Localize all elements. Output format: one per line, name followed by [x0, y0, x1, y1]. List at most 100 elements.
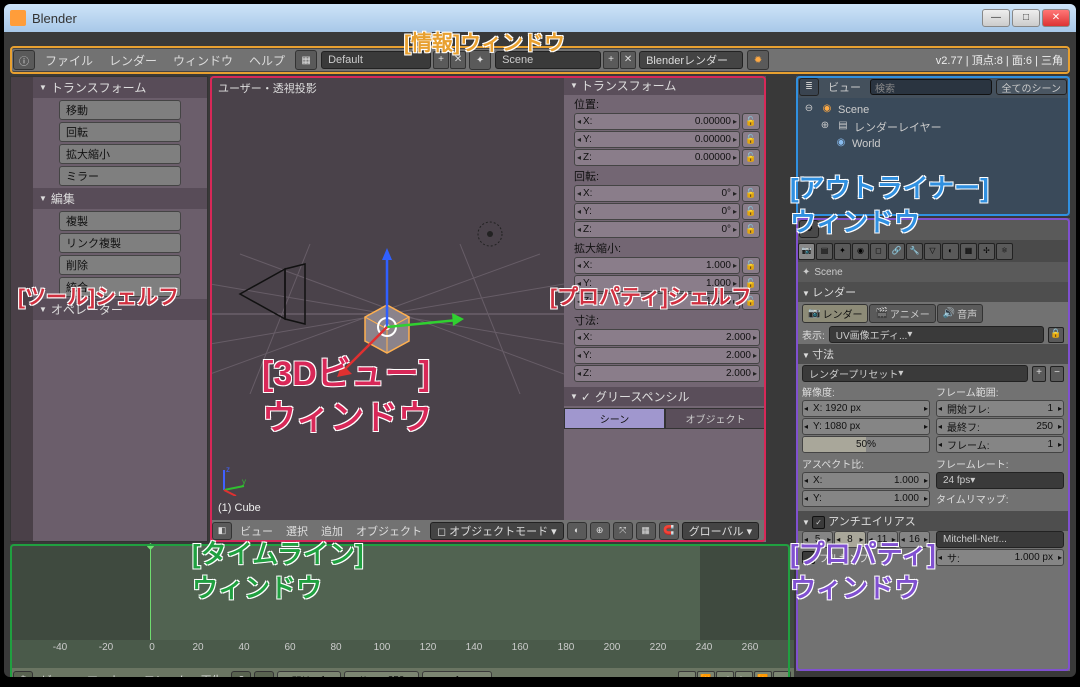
lock-icon[interactable]: 🔒	[1048, 327, 1064, 343]
tab-world-icon[interactable]: ◉	[852, 243, 869, 260]
loc-y-field[interactable]: Y:0.00000	[574, 131, 740, 148]
preset-add-button[interactable]: +	[1032, 366, 1046, 382]
pivot-icon[interactable]: ⊕	[590, 522, 610, 540]
rot-y-field[interactable]: Y:0°	[574, 203, 740, 220]
tab-data-icon[interactable]: ▽	[924, 243, 941, 260]
dim-z-field[interactable]: Z:2.000	[574, 365, 760, 382]
play-reverse-button[interactable]: ◀	[716, 671, 734, 677]
frame-start-field[interactable]: 開始フレ:1	[936, 400, 1064, 417]
manipulator-icon[interactable]: ⤧	[613, 522, 633, 540]
rotate-button[interactable]: 回転	[59, 122, 181, 142]
lock-icon[interactable]: 🔓	[742, 149, 760, 166]
loc-x-field[interactable]: X:0.00000	[574, 113, 740, 130]
tab-texture-icon[interactable]: ▦	[960, 243, 977, 260]
lock-icon[interactable]: 🔓	[742, 113, 760, 130]
tree-scene[interactable]: Scene	[838, 104, 869, 116]
dim-y-field[interactable]: Y:2.000	[574, 347, 760, 364]
frame-end-field[interactable]: 終了:250	[344, 671, 419, 677]
rot-x-field[interactable]: X:0°	[574, 185, 740, 202]
layout-add-button[interactable]: +	[433, 51, 449, 69]
scene-remove-button[interactable]: ✕	[620, 51, 636, 69]
aspect-x-field[interactable]: X:1.000	[802, 472, 930, 489]
step-forward-button[interactable]: ⏩	[754, 671, 772, 677]
gpencil-header[interactable]: ✓グリースペンシル	[564, 387, 766, 406]
menu-marker[interactable]: マーカー	[82, 672, 136, 677]
operator-header[interactable]: オペレーター	[33, 299, 207, 320]
menu-playback[interactable]: 再生	[196, 672, 228, 677]
tab-physics-icon[interactable]: ⚛	[996, 243, 1013, 260]
tab-constraints-icon[interactable]: 🔗	[888, 243, 905, 260]
transform-panel-header[interactable]: トランスフォーム	[564, 76, 766, 95]
aspect-y-field[interactable]: Y:1.000	[802, 490, 930, 507]
scene-add-button[interactable]: +	[603, 51, 619, 69]
preset-remove-button[interactable]: −	[1050, 366, 1064, 382]
orientation-select[interactable]: グローバル ▾	[682, 522, 759, 540]
search-input[interactable]: 検索	[870, 79, 992, 95]
timeline-strip[interactable]	[10, 544, 794, 640]
tab-material-icon[interactable]: ◐	[942, 243, 959, 260]
scene-field[interactable]: Scene	[495, 51, 601, 69]
minimize-button[interactable]: —	[982, 9, 1010, 27]
menu-view[interactable]: ビュー	[823, 79, 866, 95]
autokey-icon[interactable]: ●	[254, 671, 274, 677]
res-x-field[interactable]: X: 1920 px	[802, 400, 930, 417]
res-percent-slider[interactable]: 50%	[802, 436, 930, 453]
menu-render[interactable]: レンダー	[101, 52, 165, 69]
layout-field[interactable]: Default	[321, 51, 431, 69]
transform-header[interactable]: トランスフォーム	[33, 77, 207, 98]
editor-type-icon[interactable]: ⚙	[799, 220, 819, 238]
render-still-button[interactable]: 📷レンダー	[802, 304, 868, 323]
aa-panel-header[interactable]: ✓アンチエイリアス	[796, 511, 1070, 531]
layout-remove-button[interactable]: ✕	[450, 51, 466, 69]
lock-icon[interactable]: 🔓	[742, 221, 760, 238]
aa-16-button[interactable]: 16	[899, 531, 930, 548]
gp-object-tab[interactable]: オブジェクト	[665, 408, 766, 429]
editor-type-icon[interactable]: ⓘ	[13, 50, 35, 70]
tab-modifiers-icon[interactable]: 🔧	[906, 243, 923, 260]
layout-icon[interactable]: ▦	[295, 50, 317, 70]
scale-x-field[interactable]: X:1.000	[574, 257, 740, 274]
dim-x-field[interactable]: X:2.000	[574, 329, 760, 346]
render-engine-select[interactable]: Blenderレンダー	[639, 51, 743, 69]
lock-icon[interactable]: 🔓	[742, 275, 760, 292]
fullsample-checkbox[interactable]	[802, 551, 815, 564]
mirror-button[interactable]: ミラー	[59, 166, 181, 186]
snap-icon[interactable]: 🧲	[659, 522, 679, 540]
translate-button[interactable]: 移動	[59, 100, 181, 120]
frame-current-field[interactable]: 1	[422, 671, 492, 677]
render-panel-header[interactable]: レンダー	[796, 282, 1070, 302]
editor-type-icon[interactable]: ≣	[799, 78, 819, 96]
outliner-tree[interactable]: ⊖◉Scene ⊕▤レンダーレイヤー ◉World	[796, 98, 1070, 156]
tab-scene-icon[interactable]: ✦	[834, 243, 851, 260]
shading-icon[interactable]: ◐	[567, 522, 587, 540]
timeline-cursor[interactable]	[150, 544, 151, 640]
mode-select[interactable]: ◻ オブジェクトモード ▾	[430, 522, 564, 540]
tree-renderlayers[interactable]: レンダーレイヤー	[854, 119, 942, 135]
rot-z-field[interactable]: Z:0°	[574, 221, 740, 238]
menu-add[interactable]: 追加	[316, 523, 348, 539]
tree-world[interactable]: World	[852, 138, 881, 150]
aa-filter-select[interactable]: Mitchell-Netr...	[936, 531, 1064, 548]
scale-button[interactable]: 拡大縮小	[59, 144, 181, 164]
play-button[interactable]: ▶	[735, 671, 753, 677]
menu-view[interactable]: ビュー	[36, 672, 79, 677]
link-duplicate-button[interactable]: リンク複製	[59, 233, 181, 253]
menu-select[interactable]: 選択	[281, 523, 313, 539]
menu-view[interactable]: ビュー	[235, 523, 278, 539]
lock-icon[interactable]: 🔓	[742, 257, 760, 274]
maximize-button[interactable]: □	[1012, 9, 1040, 27]
lock-icon[interactable]: 🔓	[742, 203, 760, 220]
tool-shelf-tabs[interactable]	[11, 77, 33, 541]
lock-icon[interactable]: 🔓	[742, 131, 760, 148]
scale-y-field[interactable]: Y:1.000	[574, 275, 740, 292]
tab-object-icon[interactable]: ◻	[870, 243, 887, 260]
render-audio-button[interactable]: 🔊音声	[937, 304, 983, 323]
gp-scene-tab[interactable]: シーン	[564, 408, 665, 429]
layers-icon[interactable]: ▦	[636, 522, 656, 540]
menu-frame[interactable]: フレーム	[139, 672, 193, 677]
delete-button[interactable]: 削除	[59, 255, 181, 275]
duplicate-button[interactable]: 複製	[59, 211, 181, 231]
sync-icon[interactable]: ⟲	[231, 671, 251, 677]
viewport[interactable]: ユーザー・透視投影	[210, 76, 564, 520]
aa-8-button[interactable]: 8	[834, 531, 865, 548]
